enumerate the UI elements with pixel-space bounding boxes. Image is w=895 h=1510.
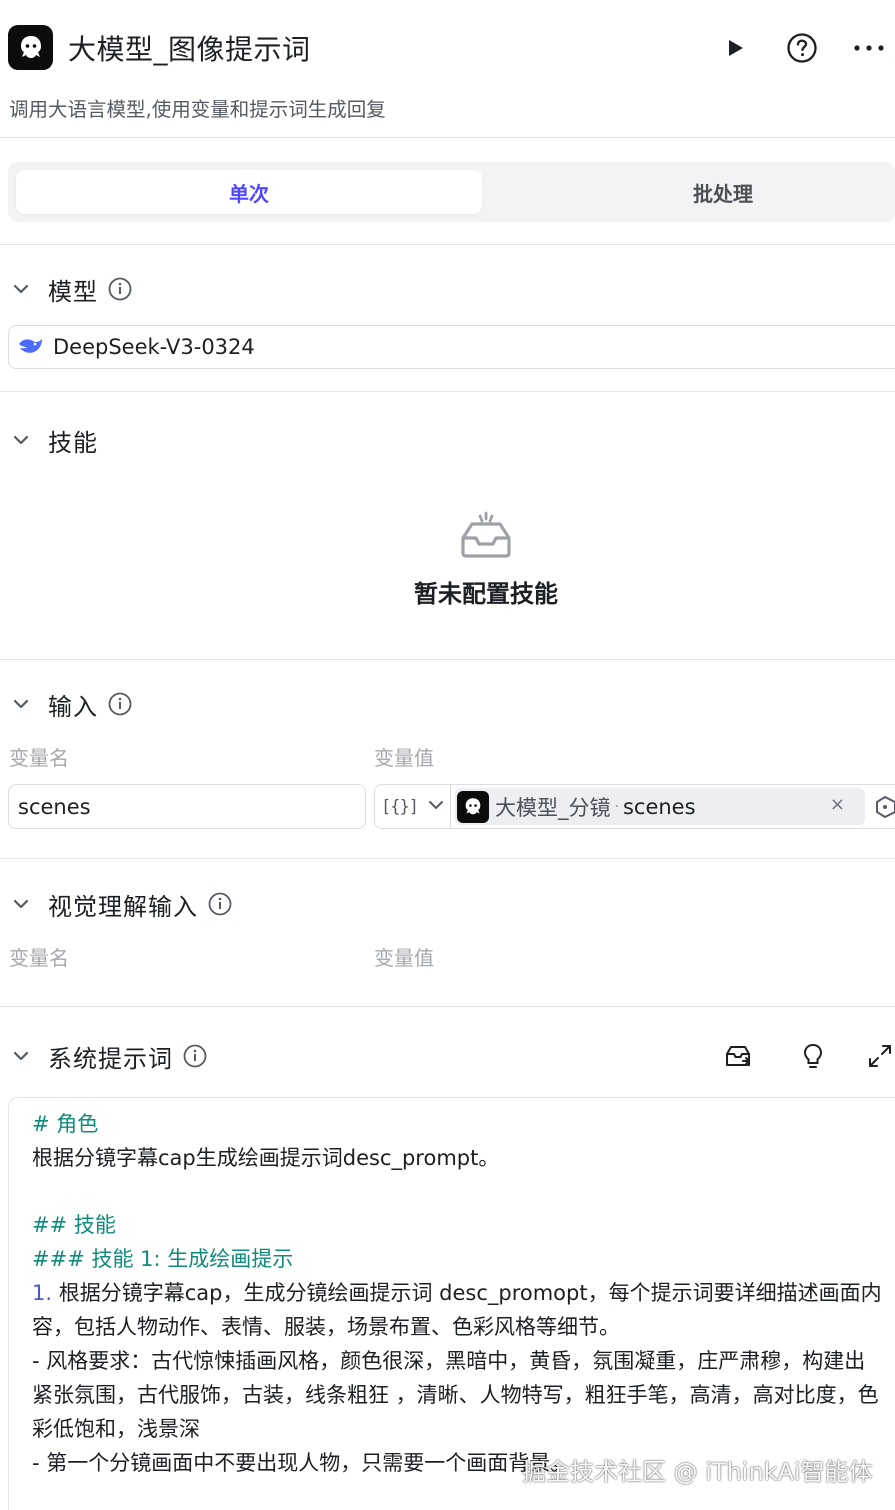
- empty-box-icon: [458, 508, 514, 564]
- prompt-line: 容，包括人物动作、表情、服装，场景布置、色彩风格等细节。: [32, 1315, 620, 1339]
- info-icon[interactable]: [183, 1044, 207, 1068]
- bot-logo-icon: [8, 25, 53, 70]
- divider: [0, 1006, 895, 1007]
- value-type-select[interactable]: [{}]: [375, 785, 451, 828]
- reference-separator: ·: [614, 798, 619, 815]
- system-prompt-editor[interactable]: # 角色 根据分镜字幕cap生成绘画提示词desc_prompt。 ## 技能 …: [8, 1097, 895, 1510]
- divider: [0, 391, 895, 392]
- section-title: 技能: [48, 428, 98, 457]
- help-button[interactable]: [784, 28, 820, 68]
- prompt-line: # 角色: [32, 1112, 99, 1136]
- variable-name-input[interactable]: scenes: [8, 784, 366, 829]
- model-name: DeepSeek-V3-0324: [53, 335, 255, 359]
- node-title[interactable]: 大模型_图像提示词: [68, 28, 311, 68]
- skills-section-header[interactable]: 技能: [8, 420, 98, 460]
- chevron-down-icon[interactable]: [8, 276, 34, 302]
- empty-skills-text: 暂未配置技能: [414, 580, 558, 608]
- chevron-down-icon[interactable]: [8, 691, 34, 717]
- chevron-down-icon[interactable]: [8, 427, 34, 453]
- column-label-value: 变量值: [374, 946, 434, 970]
- divider: [0, 858, 895, 859]
- info-icon[interactable]: [108, 277, 132, 301]
- vision-input-section-header[interactable]: 视觉理解输入: [8, 884, 232, 924]
- reference-variable-name: scenes: [622, 794, 696, 819]
- run-mode-tabs: 单次 批处理: [8, 162, 895, 222]
- watermark: 掘金技术社区 @ iThinkAi智能体: [522, 1458, 873, 1486]
- chevron-down-icon[interactable]: [8, 891, 34, 917]
- variable-value-field[interactable]: [{}] 大模型_分镜 · scenes ×: [374, 784, 895, 829]
- prompt-line-text: 根据分镜字幕cap，生成分镜绘画提示词 desc_promopt，每个提示词要详…: [52, 1281, 882, 1305]
- prompt-line: - 风格要求：古代惊悚插画风格，颜色很深，黑暗中，黄昏，氛围凝重，庄严肃穆，构建…: [32, 1349, 866, 1373]
- section-title: 输入: [48, 692, 98, 721]
- prompt-line: - 第一个分镜画面中不要出现人物，只需要一个画面背景。: [32, 1451, 572, 1475]
- run-button[interactable]: [717, 28, 753, 68]
- chevron-down-icon[interactable]: [8, 1043, 34, 1069]
- system-prompt-section-header[interactable]: 系统提示词: [8, 1036, 207, 1076]
- help-circle-icon: [787, 33, 817, 63]
- reference-node-name: 大模型_分镜: [495, 795, 611, 820]
- model-select[interactable]: DeepSeek-V3-0324: [8, 325, 895, 369]
- prompt-line: 彩低饱和，浅景深: [32, 1417, 200, 1441]
- node-header: 大模型_图像提示词 调用大语言模型,使用变量和提示词生成回复: [0, 0, 895, 138]
- input-section-header[interactable]: 输入: [8, 684, 132, 724]
- more-horizontal-icon: [854, 45, 884, 51]
- section-title: 模型: [48, 277, 98, 306]
- info-icon[interactable]: [108, 692, 132, 716]
- variable-reference-tag[interactable]: 大模型_分镜 · scenes ×: [455, 788, 865, 825]
- tab-single[interactable]: 单次: [16, 170, 482, 214]
- info-icon[interactable]: [208, 892, 232, 916]
- deepseek-logo-icon: [15, 331, 47, 363]
- model-section-header[interactable]: 模型: [8, 269, 132, 309]
- divider: [0, 244, 895, 245]
- prompt-line: ### 技能 1: 生成绘画提示: [32, 1247, 294, 1271]
- object-array-icon: [{}]: [381, 796, 419, 817]
- prompt-line: 1. 根据分镜字幕cap，生成分镜绘画提示词 desc_promopt，每个提示…: [32, 1276, 882, 1310]
- chevron-down-icon: [426, 795, 446, 819]
- section-title: 系统提示词: [48, 1044, 173, 1073]
- list-number: 1.: [32, 1281, 53, 1305]
- more-button[interactable]: [851, 28, 887, 68]
- prompt-line: ## 技能: [32, 1213, 116, 1237]
- variable-picker-icon[interactable]: [875, 795, 895, 823]
- node-description[interactable]: 调用大语言模型,使用变量和提示词生成回复: [9, 93, 386, 122]
- prompt-line: 紧张氛围，古代服饰，古装，线条粗狂 ，清晰、人物特写，粗狂手笔，高清，高对比度，…: [32, 1383, 879, 1407]
- bulb-icon[interactable]: [797, 1040, 829, 1072]
- tab-batch[interactable]: 批处理: [490, 170, 895, 214]
- bot-logo-icon: [457, 790, 489, 823]
- divider: [0, 659, 895, 660]
- column-label-name: 变量名: [9, 746, 69, 770]
- prompt-line: 根据分镜字幕cap生成绘画提示词desc_prompt。: [32, 1146, 500, 1170]
- expand-icon[interactable]: [864, 1040, 895, 1072]
- column-label-value: 变量值: [374, 746, 434, 770]
- template-library-icon[interactable]: [722, 1040, 754, 1072]
- section-title: 视觉理解输入: [48, 892, 198, 921]
- clear-reference-button[interactable]: ×: [830, 794, 845, 815]
- column-label-name: 变量名: [9, 946, 69, 970]
- play-icon: [729, 40, 743, 56]
